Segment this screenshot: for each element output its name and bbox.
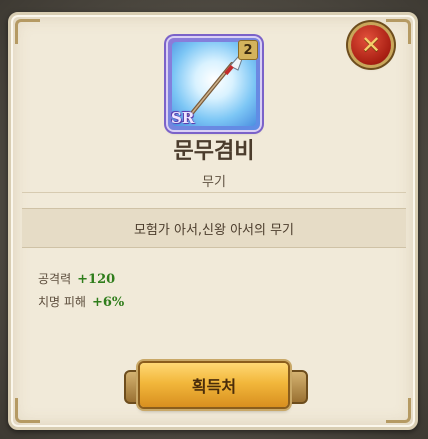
stat-row-attack: 공격력 +120	[38, 268, 124, 291]
item-description-band: 모험가 아서,신왕 아서의 무기	[22, 208, 406, 248]
stat-row-crit-damage: 치명 피해 +6%	[38, 291, 124, 314]
rarity-badge: SR	[171, 109, 195, 127]
corner-ornament	[15, 19, 40, 44]
stat-value: +120	[77, 272, 116, 287]
stat-value: +6%	[91, 295, 125, 310]
item-name: 문무겸비	[173, 139, 255, 164]
acquire-source-button[interactable]: 획득처	[140, 363, 288, 407]
item-portrait: 2 SR	[168, 38, 260, 130]
corner-ornament	[386, 398, 411, 423]
item-description: 모험가 아서,신왕 아서의 무기	[133, 222, 295, 238]
close-icon: ✕	[360, 31, 382, 59]
grade-badge: 2	[238, 40, 258, 60]
divider	[22, 192, 406, 193]
stat-list: 공격력 +120 치명 피해 +6%	[38, 268, 124, 314]
corner-ornament	[15, 398, 40, 423]
stat-label: 치명 피해	[38, 295, 86, 309]
acquire-source-label: 획득처	[191, 377, 237, 396]
close-button[interactable]: ✕	[351, 25, 391, 65]
item-type: 무기	[202, 175, 226, 190]
stat-label: 공격력	[38, 272, 72, 286]
